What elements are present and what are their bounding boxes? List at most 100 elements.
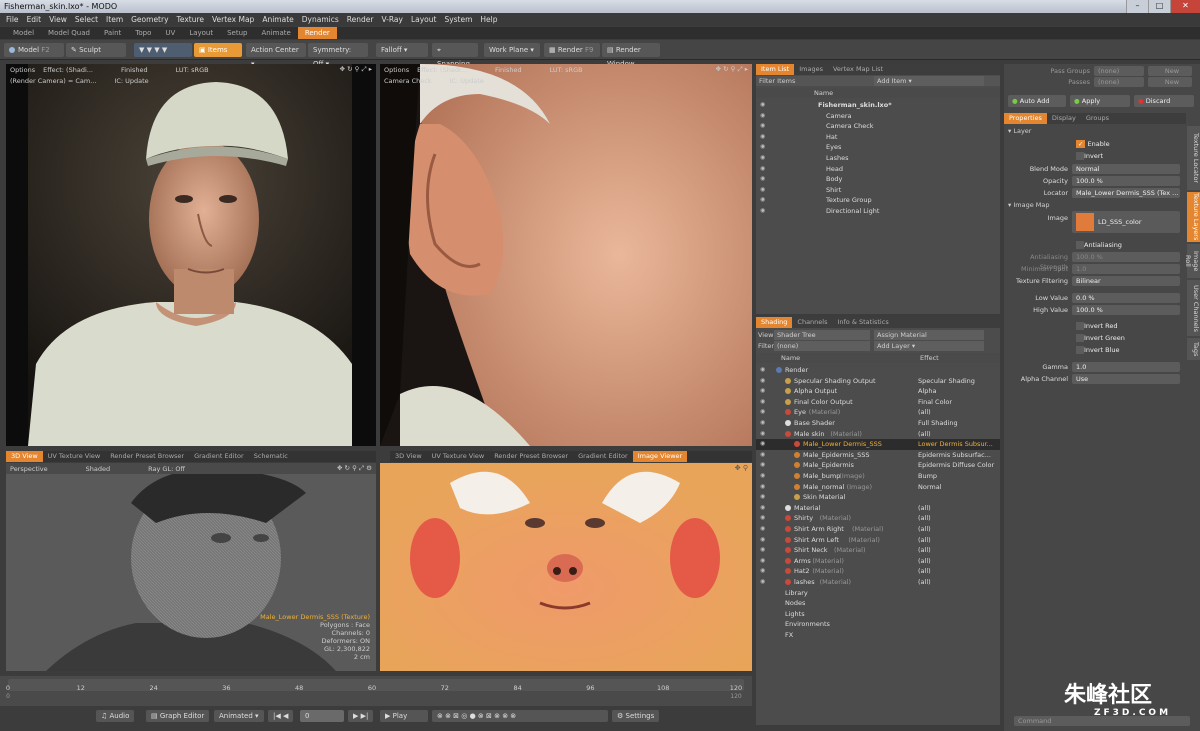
menu-render[interactable]: Render xyxy=(343,15,378,24)
layout-tab-layout[interactable]: Layout xyxy=(182,27,220,39)
visibility-eye-icon[interactable]: ◉ xyxy=(760,111,768,122)
shader-row[interactable]: ◉ Male_Lower Dermis_SSS Lower Dermis Subsu… xyxy=(756,439,1000,450)
tab-images[interactable]: Images xyxy=(794,64,828,75)
side-tab-texture-layers[interactable]: Texture Layers xyxy=(1187,192,1200,242)
shader-row[interactable]: ◉ Eye (Material) (all) xyxy=(756,407,1000,418)
maximize-button[interactable]: □ xyxy=(1148,0,1170,13)
visibility-eye-icon[interactable]: ◉ xyxy=(760,492,768,503)
shader-row[interactable]: ◉ Male_Epidermis Epidermis Diffuse Color xyxy=(756,460,1000,471)
tab-uv-texture-view[interactable]: UV Texture View xyxy=(43,451,106,462)
layout-tab-render[interactable]: Render xyxy=(297,27,337,39)
filter-dropdown[interactable]: (none) xyxy=(774,341,870,351)
item-row[interactable]: ◉ Hat xyxy=(756,132,1000,143)
menu-select[interactable]: Select xyxy=(71,15,102,24)
tab-render-preset-browser[interactable]: Render Preset Browser xyxy=(489,451,573,462)
enable-checkbox[interactable]: ✓ Enable xyxy=(1072,139,1180,149)
menu-view[interactable]: View xyxy=(45,15,71,24)
3d-viewport[interactable]: Perspective Shaded Ray GL: Off ✥ ↻ ⚲ ⤢ ⚙… xyxy=(6,463,376,671)
visibility-eye-icon[interactable]: ◉ xyxy=(760,153,768,164)
layout-tab-model[interactable]: Model xyxy=(6,27,41,39)
item-row[interactable]: ◉ Lashes xyxy=(756,153,1000,164)
item-row[interactable]: ◉ Camera Check xyxy=(756,121,1000,132)
raygl-dropdown[interactable]: Ray GL: Off xyxy=(144,465,189,473)
ic-update-button[interactable]: IC: Update xyxy=(446,77,488,85)
shader-row[interactable]: FX xyxy=(756,630,1000,641)
shader-row[interactable]: ◉ Male skin (Material) (all) xyxy=(756,429,1000,440)
tab-info---statistics[interactable]: Info & Statistics xyxy=(832,317,893,328)
visibility-eye-icon[interactable]: ◉ xyxy=(760,142,768,153)
visibility-eye-icon[interactable]: ◉ xyxy=(760,460,768,471)
close-button[interactable]: ✕ xyxy=(1170,0,1200,13)
item-row[interactable]: ◉ Camera xyxy=(756,111,1000,122)
options-menu[interactable]: Options xyxy=(380,66,413,74)
locator-dropdown[interactable]: Male_Lower Dermis_SSS (Tex ... xyxy=(1072,188,1180,198)
shader-row[interactable]: ◉ Render xyxy=(756,365,1000,376)
render-viewport-right[interactable]: Options Effect: (Shadi... Finished LUT: … xyxy=(380,64,752,446)
visibility-eye-icon[interactable]: ◉ xyxy=(760,482,768,493)
menu-vertexmap[interactable]: Vertex Map xyxy=(208,15,258,24)
viewport-nav-icons[interactable]: ✥ ↻ ⚲ ⤢ ⚙ xyxy=(333,464,376,473)
snapping-button[interactable]: ⌖ Snapping xyxy=(432,43,478,68)
layout-tab-paint[interactable]: Paint xyxy=(97,27,128,39)
visibility-eye-icon[interactable]: ◉ xyxy=(760,471,768,482)
menu-layout[interactable]: Layout xyxy=(407,15,441,24)
visibility-eye-icon[interactable]: ◉ xyxy=(760,376,768,387)
visibility-eye-icon[interactable]: ◉ xyxy=(760,195,768,206)
layout-tab-topo[interactable]: Topo xyxy=(128,27,158,39)
play-button[interactable]: ▶ Play xyxy=(380,710,428,722)
tab-3d-view[interactable]: 3D View xyxy=(6,451,43,462)
invert-green-checkbox[interactable]: Invert Green xyxy=(1072,333,1180,343)
tab-display[interactable]: Display xyxy=(1047,113,1081,124)
visibility-eye-icon[interactable]: ◉ xyxy=(760,397,768,408)
assign-material-button[interactable]: Assign Material xyxy=(874,330,984,340)
next-key-button[interactable]: ▶ ▶| xyxy=(348,710,374,722)
invert-red-checkbox[interactable]: Invert Red xyxy=(1072,321,1180,331)
tex-filter-dropdown[interactable]: Bilinear xyxy=(1072,276,1180,286)
tab-render-preset-browser[interactable]: Render Preset Browser xyxy=(105,451,189,462)
menu-texture[interactable]: Texture xyxy=(173,15,208,24)
image-viewer[interactable]: ✥ ⚲ xyxy=(380,463,752,671)
render-window-button[interactable]: ▤ Render Window xyxy=(602,43,660,68)
image-viewer-icons[interactable]: ✥ ⚲ xyxy=(735,464,748,472)
command-input[interactable]: Command xyxy=(1014,716,1190,726)
shader-row[interactable]: ◉ Shirty (Material) (all) xyxy=(756,513,1000,524)
tab-gradient-editor[interactable]: Gradient Editor xyxy=(189,451,249,462)
filter-items-dropdown[interactable]: Filter Items xyxy=(759,77,795,85)
item-row[interactable]: ◉ Body xyxy=(756,174,1000,185)
sculpt-button[interactable]: ✎ Sculpt xyxy=(66,43,126,57)
camera-dropdown[interactable]: (Render Camera) = Cam... xyxy=(6,77,100,85)
pass-groups-new-button[interactable]: New xyxy=(1148,66,1192,76)
shader-row[interactable]: ◉ Shirt Arm Left (Material) (all) xyxy=(756,535,1000,546)
timeline[interactable]: 0 12 24 36 48 60 72 84 96 108 120 0 120 xyxy=(0,676,752,706)
shader-row[interactable]: ◉ Base Shader Full Shading xyxy=(756,418,1000,429)
side-tab-texture-locator[interactable]: Texture Locator xyxy=(1187,126,1200,190)
work-plane-dropdown[interactable]: Work Plane ▾ xyxy=(484,43,540,57)
visibility-eye-icon[interactable]: ◉ xyxy=(760,566,768,577)
menu-vray[interactable]: V-Ray xyxy=(377,15,406,24)
effect-dropdown[interactable]: Effect: (Shadi... xyxy=(39,66,97,74)
shader-row[interactable]: ◉ Male_normal (Image) Normal xyxy=(756,482,1000,493)
gamma-field[interactable]: 1.0 xyxy=(1072,362,1180,372)
shader-row[interactable]: Nodes xyxy=(756,598,1000,609)
frame-field[interactable]: 0 xyxy=(300,710,344,722)
viewport-nav-icons[interactable]: ✥ ↻ ⚲ ⤢ ▸ xyxy=(712,65,752,74)
visibility-eye-icon[interactable]: ◉ xyxy=(760,429,768,440)
visibility-eye-icon[interactable]: ◉ xyxy=(760,577,768,588)
tab-schematic[interactable]: Schematic xyxy=(249,451,293,462)
selection-modes[interactable]: ▼ ▼ ▼ ▼ xyxy=(134,43,192,57)
shader-row[interactable]: Library xyxy=(756,588,1000,599)
side-tab-user-channels[interactable]: User Channels xyxy=(1187,280,1200,336)
high-value-field[interactable]: 100.0 % xyxy=(1072,305,1180,315)
visibility-eye-icon[interactable]: ◉ xyxy=(760,386,768,397)
item-row[interactable]: ◉ Fisherman_skin.lxo* xyxy=(756,100,1000,111)
passes-new-button[interactable]: New xyxy=(1148,77,1192,87)
layout-tab-uv[interactable]: UV xyxy=(158,27,182,39)
alpha-channel-dropdown[interactable]: Use xyxy=(1072,374,1180,384)
perspective-dropdown[interactable]: Perspective xyxy=(6,465,52,473)
shader-row[interactable]: ◉ Shirt Arm Right (Material) (all) xyxy=(756,524,1000,535)
camera-dropdown[interactable]: Camera Check xyxy=(380,77,436,85)
side-tab-image-roll[interactable]: Image Roll xyxy=(1184,244,1200,278)
viewport-nav-icons[interactable]: ✥ ↻ ⚲ ⤢ ▸ xyxy=(336,65,376,74)
visibility-eye-icon[interactable]: ◉ xyxy=(760,365,768,376)
tab-uv-texture-view[interactable]: UV Texture View xyxy=(427,451,490,462)
